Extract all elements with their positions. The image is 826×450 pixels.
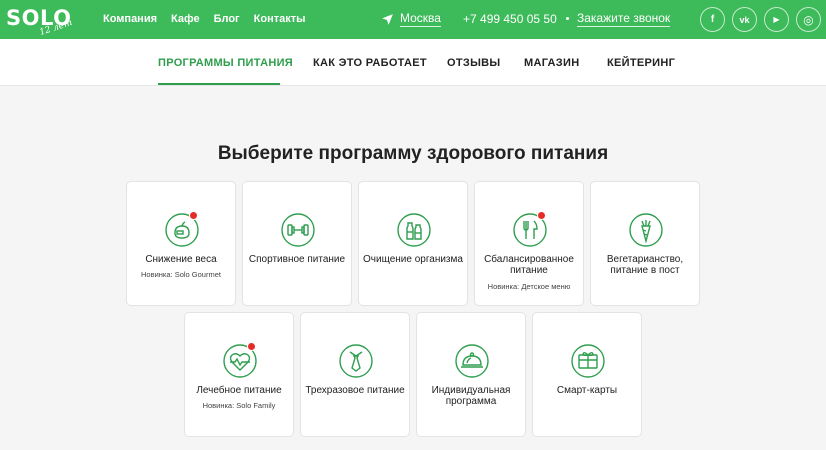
heart-pulse-icon [223, 342, 257, 378]
top-bar: SOLO 12 лет Компания Кафе Блог Контакты … [0, 0, 826, 39]
instagram-icon[interactable]: ◎ [796, 7, 821, 32]
program-card-sport[interactable]: Спортивное питание [242, 181, 352, 306]
logo[interactable]: SOLO 12 лет [6, 5, 76, 38]
tab-how-it-works[interactable]: КАК ЭТО РАБОТАЕТ [313, 57, 427, 69]
program-card-balanced[interactable]: Сбалансированное питание Новинка: Детско… [474, 181, 584, 306]
tab-reviews[interactable]: ОТЗЫВЫ [447, 57, 500, 69]
active-tab-underline [158, 83, 280, 85]
program-card-vegetarian[interactable]: Вегетарианство, питание в пост [590, 181, 700, 306]
new-badge [247, 342, 256, 351]
social-links: f vk ▶ ◎ [700, 7, 821, 32]
program-title: Очищение организма [363, 254, 463, 265]
program-card-weight-loss[interactable]: Снижение веса Новинка: Solo Gourmet [126, 181, 236, 306]
youtube-icon[interactable]: ▶ [764, 7, 789, 32]
nav-link-company[interactable]: Компания [103, 13, 157, 25]
cloche-icon [455, 344, 489, 378]
tab-programs[interactable]: ПРОГРАММЫ ПИТАНИЯ [158, 57, 293, 69]
tab-shop[interactable]: МАГАЗИН [524, 57, 579, 69]
program-title: Трехразовое питание [305, 385, 405, 396]
program-nav: ПРОГРАММЫ ПИТАНИЯ КАК ЭТО РАБОТАЕТ ОТЗЫВ… [0, 39, 826, 86]
bottles-icon [397, 213, 431, 247]
program-title: Сбалансированное питание [484, 254, 574, 276]
separator-dot [566, 17, 569, 20]
city-name: Москва [400, 11, 441, 27]
program-title: Спортивное питание [248, 254, 346, 265]
dumbbell-icon [281, 213, 315, 247]
program-card-medical[interactable]: Лечебное питание Новинка: Solo Family [184, 312, 294, 437]
tie-icon [339, 344, 373, 378]
page-title: Выберите программу здорового питания [217, 143, 609, 164]
phone-number[interactable]: +7 499 450 05 50 [463, 12, 557, 26]
program-title: Лечебное питание [196, 385, 282, 396]
facebook-icon[interactable]: f [700, 7, 725, 32]
program-card-individual[interactable]: Индивидуальная программа [416, 312, 526, 437]
program-card-smart-cards[interactable]: Смарт-карты [532, 312, 642, 437]
vk-icon[interactable]: vk [732, 7, 757, 32]
location-arrow-icon [382, 13, 393, 25]
nav-link-contacts[interactable]: Контакты [254, 13, 306, 25]
program-subtitle: Новинка: Детское меню [487, 282, 571, 291]
scale-apple-icon [165, 211, 199, 247]
program-subtitle: Новинка: Solo Gourmet [141, 270, 221, 279]
nav-link-blog[interactable]: Блог [214, 13, 240, 25]
program-title: Вегетарианство, питание в пост [606, 254, 684, 276]
main-nav: Компания Кафе Блог Контакты [103, 13, 320, 25]
fork-knife-icon [513, 211, 547, 247]
program-title: Смарт-карты [556, 385, 618, 396]
program-title: Снижение веса [145, 254, 217, 265]
nav-link-cafe[interactable]: Кафе [171, 13, 200, 25]
program-card-cleanse[interactable]: Очищение организма [358, 181, 468, 306]
new-badge [537, 211, 546, 220]
new-badge [189, 211, 198, 220]
carrot-icon [629, 213, 663, 247]
program-subtitle: Новинка: Solo Family [202, 401, 276, 410]
program-title: Индивидуальная программа [431, 385, 511, 407]
callback-link[interactable]: Закажите звонок [577, 12, 671, 27]
tab-catering[interactable]: КЕЙТЕРИНГ [607, 57, 675, 69]
gift-card-icon [571, 344, 605, 378]
city-selector[interactable]: Москва [381, 11, 441, 27]
program-card-three-meals[interactable]: Трехразовое питание [300, 312, 410, 437]
